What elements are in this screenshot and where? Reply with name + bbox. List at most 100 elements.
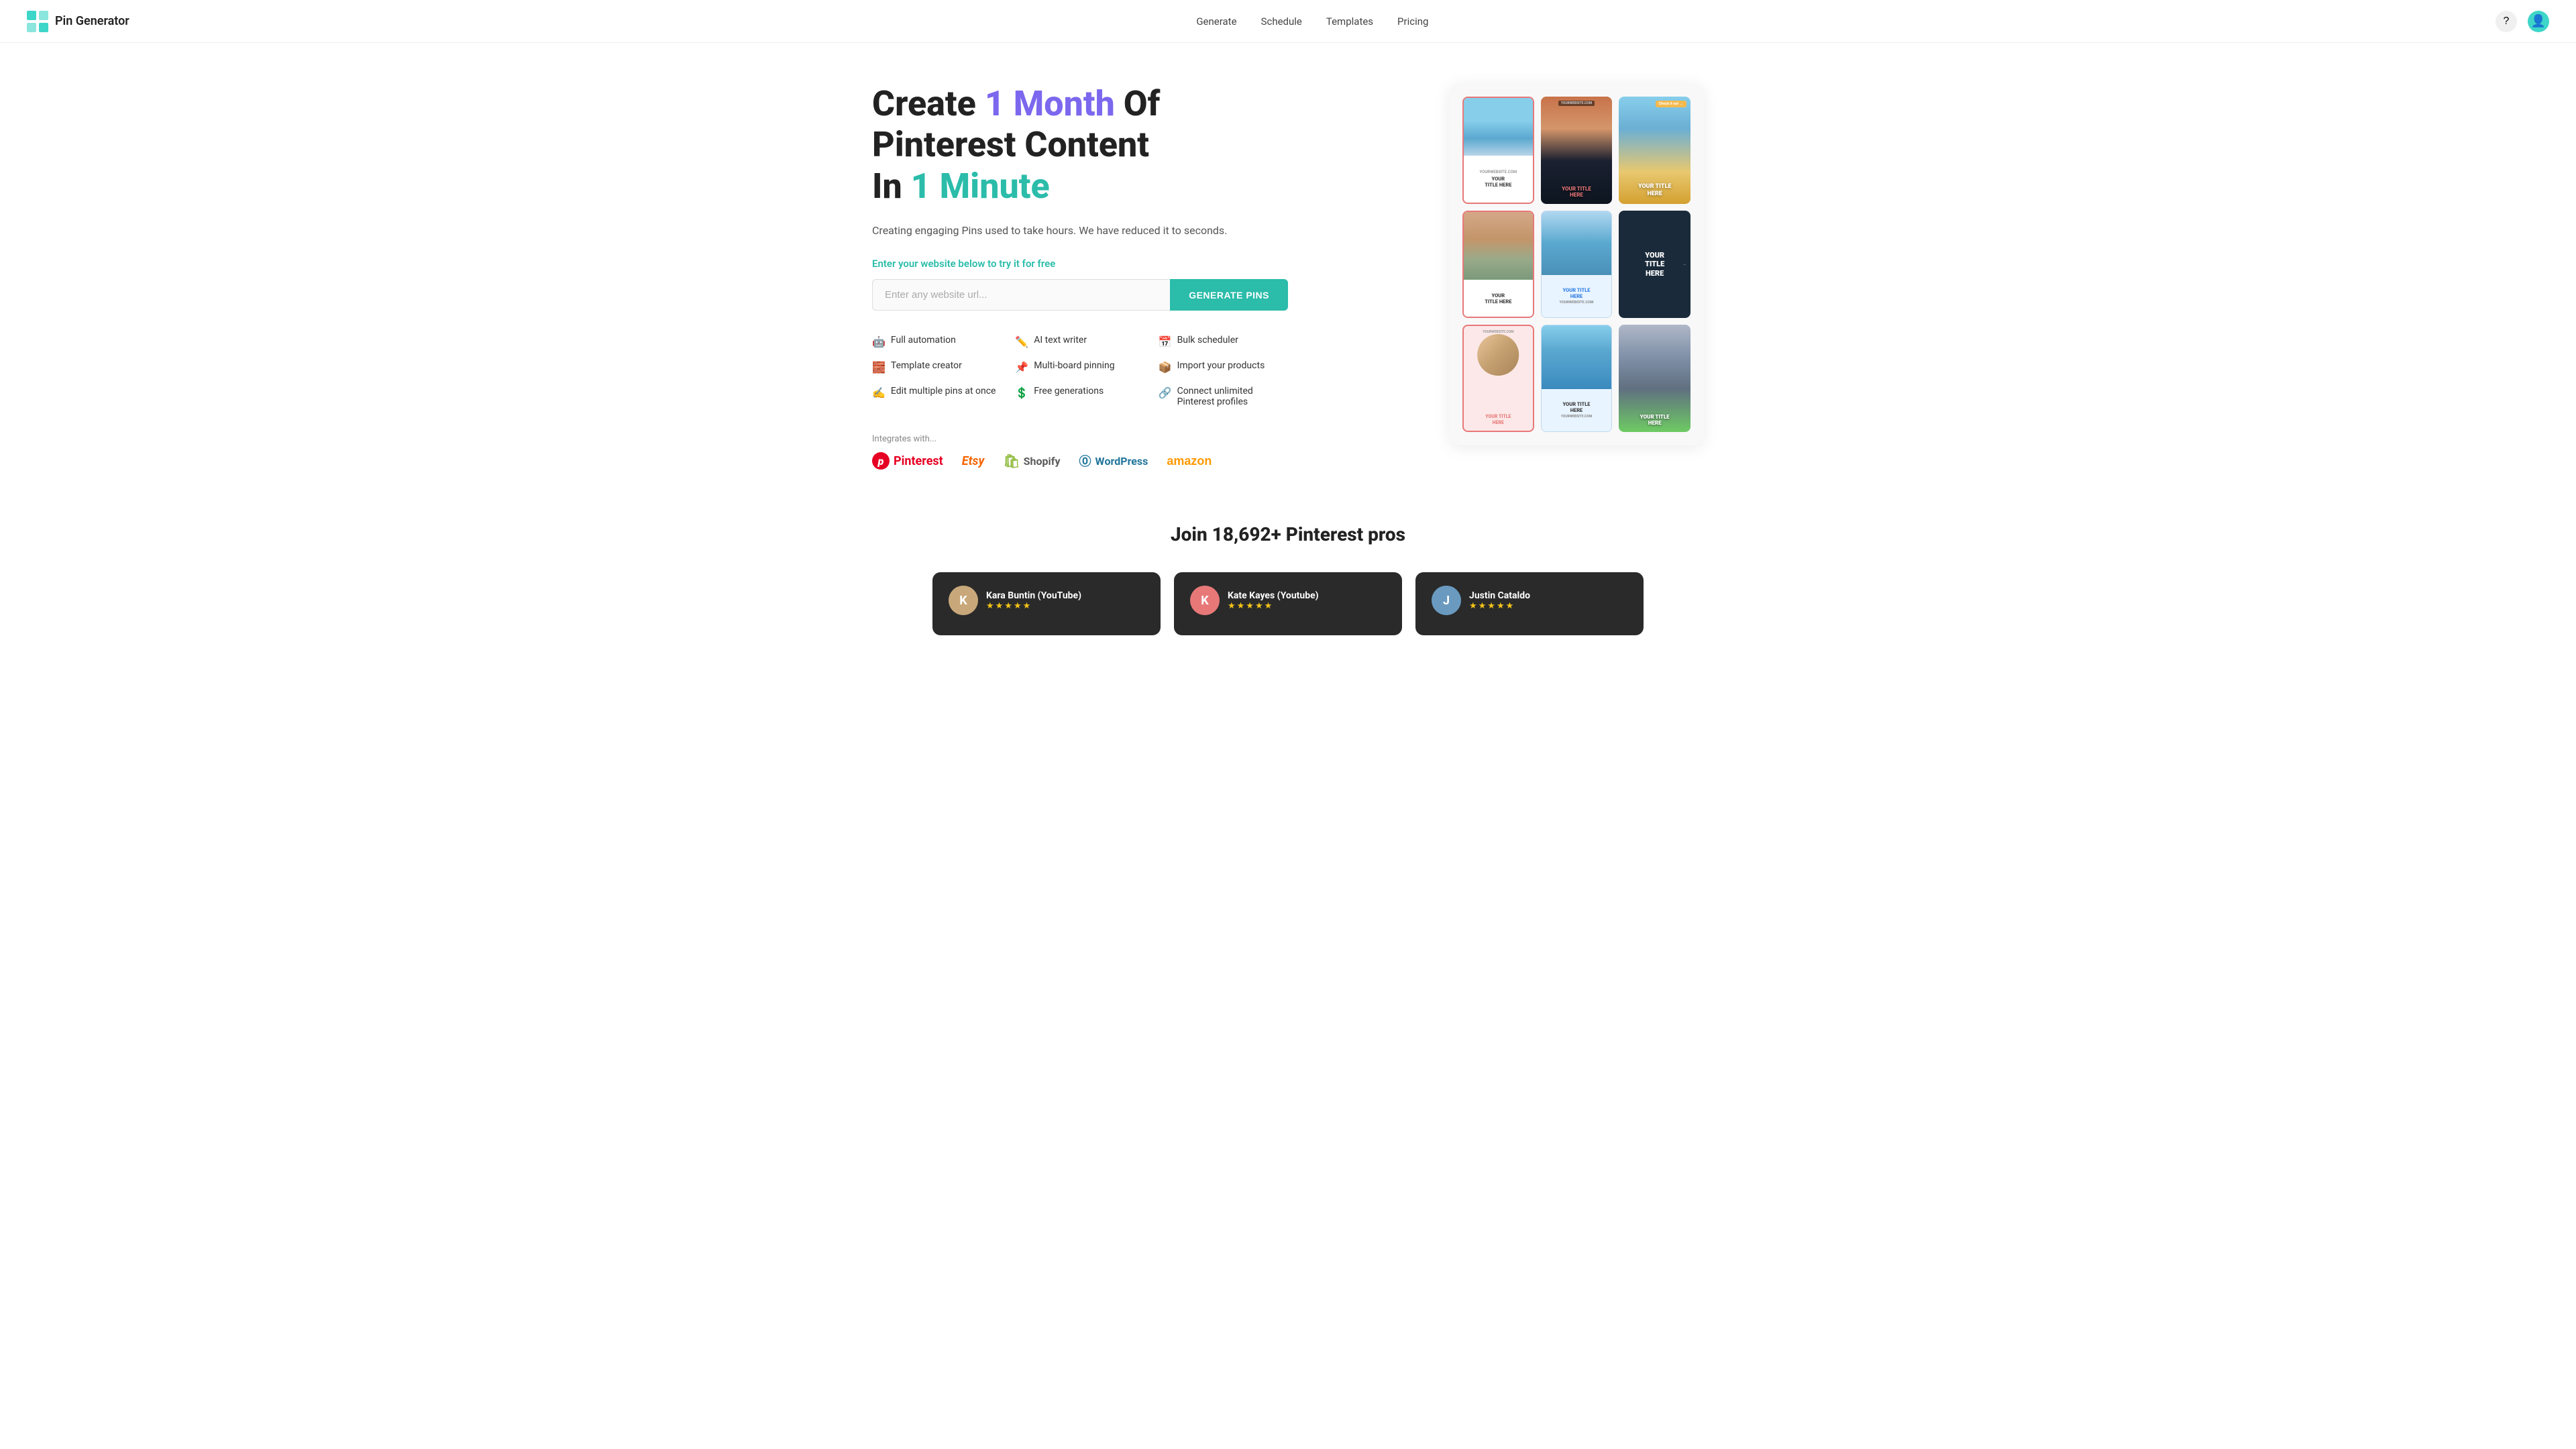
testimonial-2-stars: ★★★★★	[1228, 601, 1319, 611]
feature-label: Edit multiple pins at once	[891, 386, 996, 396]
user-account-button[interactable]: 👤	[2528, 11, 2549, 32]
pin-card-2[interactable]: YOURWEBSITE.COM YOUR TITLEHERE	[1541, 97, 1613, 204]
hero-cta-label: Enter your website below to try it for f…	[872, 258, 1288, 270]
pin-card-4[interactable]: YOURTITLE HERE	[1462, 211, 1534, 318]
ai-text-icon: ✏️	[1015, 335, 1028, 348]
feature-ai-text: ✏️ AI text writer	[1015, 332, 1144, 351]
testimonial-3-name: Justin Cataldo	[1469, 590, 1530, 601]
testimonial-3-avatar: J	[1432, 586, 1461, 615]
testimonial-1-stars: ★★★★★	[986, 601, 1081, 611]
logo-text: Pin Generator	[55, 14, 129, 28]
testimonial-1: K Kara Buntin (YouTube) ★★★★★	[932, 572, 1161, 635]
pin-card-7[interactable]: YOURWEBSITE.COM YOUR TITLEHERE	[1462, 325, 1534, 432]
testimonial-3-header: J Justin Cataldo ★★★★★	[1432, 586, 1627, 615]
shopify-label: Shopify	[1024, 455, 1061, 468]
hero-title-part2: Of	[1115, 83, 1161, 124]
scheduler-icon: 📅	[1159, 335, 1172, 348]
pin-card-3[interactable]: Check it out → YOUR TITLEHERE	[1619, 97, 1690, 204]
template-icon: 🧱	[872, 361, 885, 374]
free-icon: 💲	[1015, 386, 1028, 399]
testimonial-2-info: Kate Kayes (Youtube) ★★★★★	[1228, 590, 1319, 611]
pinterest-p-icon: p	[872, 452, 890, 470]
edit-icon: ✍️	[872, 386, 885, 399]
hero-section: Create 1 Month Of Pinterest Content In 1…	[818, 43, 1758, 496]
feature-multi-board: 📌 Multi-board pinning	[1015, 358, 1144, 376]
hero-right: YOURWEBSITE.COM YOURTITLE HERE YOURWEBSI…	[1449, 83, 1704, 445]
wordpress-label: WordPress	[1095, 455, 1148, 468]
amazon-label: amazon	[1167, 454, 1212, 468]
multi-board-icon: 📌	[1015, 361, 1028, 374]
hero-input-row: GENERATE PINS	[872, 279, 1288, 311]
pinterest-label: Pinterest	[894, 454, 943, 468]
integration-amazon[interactable]: amazon	[1167, 454, 1212, 468]
feature-label: Multi-board pinning	[1034, 360, 1114, 371]
automation-icon: 🤖	[872, 335, 885, 348]
feature-label: Free generations	[1034, 386, 1104, 396]
nav-links: Generate Schedule Templates Pricing	[1196, 15, 1428, 28]
hero-title: Create 1 Month Of Pinterest Content In 1…	[872, 83, 1288, 207]
testimonials-section: K Kara Buntin (YouTube) ★★★★★ K Kate Kay…	[0, 559, 2576, 649]
shopify-icon: 🛍	[1003, 453, 1020, 469]
pin-card-6[interactable]: → YOURTITLEHERE	[1619, 211, 1690, 318]
pin-card-5[interactable]: YOUR TITLEHERE YOURWEBSITE.COM	[1541, 211, 1613, 318]
hero-left: Create 1 Month Of Pinterest Content In 1…	[872, 83, 1288, 470]
logo[interactable]: Pin Generator	[27, 11, 129, 32]
integrations-row: p Pinterest Etsy 🛍 Shopify ⓪ WordPress	[872, 452, 1288, 470]
testimonial-1-avatar: K	[949, 586, 978, 615]
feature-edit-multiple: ✍️ Edit multiple pins at once	[872, 383, 1002, 410]
testimonial-1-header: K Kara Buntin (YouTube) ★★★★★	[949, 586, 1144, 615]
hero-title-line2: Pinterest Content	[872, 124, 1149, 165]
hero-accent-1month: 1 Month	[985, 83, 1115, 124]
feature-full-automation: 🤖 Full automation	[872, 332, 1002, 351]
join-section: Join 18,692+ Pinterest pros	[0, 496, 2576, 559]
testimonial-3-info: Justin Cataldo ★★★★★	[1469, 590, 1530, 611]
wordpress-icon: ⓪	[1079, 452, 1091, 470]
testimonial-1-name: Kara Buntin (YouTube)	[986, 590, 1081, 601]
hero-title-part1: Create	[872, 83, 985, 124]
pin-grid: YOURWEBSITE.COM YOURTITLE HERE YOURWEBSI…	[1462, 97, 1690, 432]
feature-label: Bulk scheduler	[1177, 335, 1238, 345]
testimonial-2-name: Kate Kayes (Youtube)	[1228, 590, 1319, 601]
testimonial-2-header: K Kate Kayes (Youtube) ★★★★★	[1190, 586, 1386, 615]
generate-pins-button[interactable]: GENERATE PINS	[1170, 279, 1288, 311]
pin-card-9[interactable]: YOUR TITLEHERE	[1619, 325, 1690, 432]
nav-link-schedule[interactable]: Schedule	[1261, 15, 1302, 28]
integration-wordpress[interactable]: ⓪ WordPress	[1079, 452, 1148, 470]
pin-card-1[interactable]: YOURWEBSITE.COM YOURTITLE HERE	[1462, 97, 1534, 204]
feature-import-products: 📦 Import your products	[1159, 358, 1288, 376]
feature-label: Full automation	[891, 335, 956, 345]
integration-shopify[interactable]: 🛍 Shopify	[1003, 453, 1060, 469]
pin-grid-card: YOURWEBSITE.COM YOURTITLE HERE YOURWEBSI…	[1449, 83, 1704, 445]
feature-label: Connect unlimited Pinterest profiles	[1177, 386, 1288, 407]
integrations-label: Integrates with...	[872, 434, 1288, 444]
feature-label: AI text writer	[1034, 335, 1087, 345]
feature-bulk-scheduler: 📅 Bulk scheduler	[1159, 332, 1288, 351]
testimonial-2-avatar: K	[1190, 586, 1220, 615]
website-input[interactable]	[872, 279, 1170, 311]
nav-link-generate[interactable]: Generate	[1196, 15, 1236, 28]
testimonial-3: J Justin Cataldo ★★★★★	[1415, 572, 1644, 635]
import-icon: 📦	[1159, 361, 1172, 374]
testimonial-3-stars: ★★★★★	[1469, 601, 1530, 611]
features-grid: 🤖 Full automation ✏️ AI text writer 📅 Bu…	[872, 332, 1288, 410]
nav-link-templates[interactable]: Templates	[1326, 15, 1373, 28]
logo-icon	[27, 11, 48, 32]
join-title: Join 18,692+ Pinterest pros	[13, 523, 2563, 545]
nav-icons: ? 👤	[2496, 11, 2549, 32]
hero-subtitle: Creating engaging Pins used to take hour…	[872, 223, 1288, 239]
feature-free-generations: 💲 Free generations	[1015, 383, 1144, 410]
hero-title-line3-pre: In	[872, 166, 911, 207]
feature-label: Import your products	[1177, 360, 1265, 371]
integration-pinterest[interactable]: p Pinterest	[872, 452, 943, 470]
connect-icon: 🔗	[1159, 386, 1172, 399]
testimonial-1-info: Kara Buntin (YouTube) ★★★★★	[986, 590, 1081, 611]
feature-template-creator: 🧱 Template creator	[872, 358, 1002, 376]
navbar: Pin Generator Generate Schedule Template…	[0, 0, 2576, 43]
nav-link-pricing[interactable]: Pricing	[1397, 15, 1428, 28]
integration-etsy[interactable]: Etsy	[962, 454, 985, 468]
pin-card-8[interactable]: YOUR TITLEHERE YOURWEBSITE.COM	[1541, 325, 1613, 432]
help-button[interactable]: ?	[2496, 11, 2517, 32]
hero-accent-1minute: 1 Minute	[911, 166, 1050, 207]
feature-label: Template creator	[891, 360, 962, 371]
etsy-label: Etsy	[962, 454, 985, 468]
